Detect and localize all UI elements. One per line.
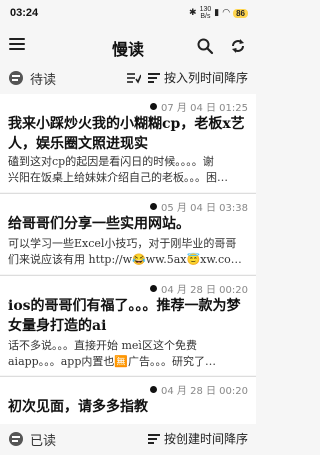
article-date: 04 月 28 日 00:20 [161, 285, 248, 296]
article-excerpt: 话不多说。。。直接开始 meì区这个免费 aiapp。。。app内置也🈚广告。。… [8, 339, 217, 368]
article-meta: 04 月 28 日 00:20 [150, 281, 248, 296]
article-date: 04 月 28 日 00:20 [161, 386, 248, 397]
sort-icon [147, 72, 160, 83]
sort-icon [147, 433, 160, 444]
bluetooth-icon: ✱ [189, 8, 197, 18]
read-sort-label: 按创建时间降序 [163, 432, 248, 446]
search-icon[interactable] [196, 37, 214, 55]
read-section-header[interactable]: 已读 按创建时间降序 [0, 425, 256, 455]
status-bar: 03:24 ✱ 130 B/s ▮ ◠ 86 [0, 0, 256, 28]
article-meta: 05 月 04 日 03:38 [150, 199, 248, 214]
unread-section-title: 待读 [30, 73, 57, 88]
article-title: ios的哥哥们有福了。。。推荐一款为梦女量身打造的ai [8, 298, 241, 334]
app-title: 慢读 [111, 40, 144, 59]
article-date: 05 月 04 日 03:38 [161, 203, 248, 214]
battery-badge: 86 [233, 8, 248, 18]
article-card[interactable]: 04 月 28 日 00:20 ios的哥哥们有福了。。。推荐一款为梦女量身打造… [0, 276, 256, 375]
read-sort-control[interactable]: 按创建时间降序 [147, 430, 248, 447]
article-card[interactable]: 05 月 04 日 03:38 给哥哥们分享一些实用网站。 可以学习一些Exce… [0, 194, 256, 274]
unread-sort-control[interactable]: 按入列时间降序 [147, 69, 248, 86]
article-title: 给哥哥们分享一些实用网站。 [8, 216, 190, 232]
unread-dot-icon [150, 203, 158, 210]
article-meta: 04 月 28 日 00:20 [150, 382, 248, 397]
article-meta: 07 月 04 日 01:25 [150, 99, 248, 114]
article-title: 初次见面，请多多指教 [8, 399, 148, 415]
network-speed: 130 B/s [199, 6, 212, 20]
unread-dot-icon [150, 386, 158, 393]
status-icons: ✱ 130 B/s ▮ ◠ 86 [189, 6, 248, 20]
article-excerpt: 可以学习一些Excel小技巧，对于刚毕业的哥哥 们来说应该有用 http://w… [8, 237, 242, 266]
sync-icon[interactable] [229, 37, 247, 55]
unread-section-header: 待读 按入列时间降序 [0, 64, 256, 94]
article-title: 我来小踩炒火我的小糊糊cp，老板x艺人，娱乐圈文照进现实 [8, 116, 245, 152]
filter-icon[interactable] [127, 72, 141, 84]
unread-dot-icon [150, 103, 158, 110]
unread-list-icon [9, 71, 23, 85]
read-list-icon [9, 432, 23, 446]
wifi-icon: ◠ [222, 8, 231, 18]
article-date: 07 月 04 日 01:25 [161, 103, 248, 114]
status-time: 03:24 [10, 7, 39, 19]
article-excerpt: 磕到这对cp的起因是看闪日的时候。。。。谢 兴阳在饭桌上给妹妹介绍自己的老板。。… [8, 155, 228, 184]
read-section-title: 已读 [30, 434, 57, 449]
unread-dot-icon [150, 285, 158, 292]
signal-icon: ▮ [214, 8, 220, 18]
article-card[interactable]: 04 月 28 日 00:20 初次见面，请多多指教 [0, 377, 256, 424]
unread-sort-label: 按入列时间降序 [163, 71, 248, 85]
article-card[interactable]: 07 月 04 日 01:25 我来小踩炒火我的小糊糊cp，老板x艺人，娱乐圈文… [0, 94, 256, 192]
app-bar: 慢读 [0, 28, 256, 64]
